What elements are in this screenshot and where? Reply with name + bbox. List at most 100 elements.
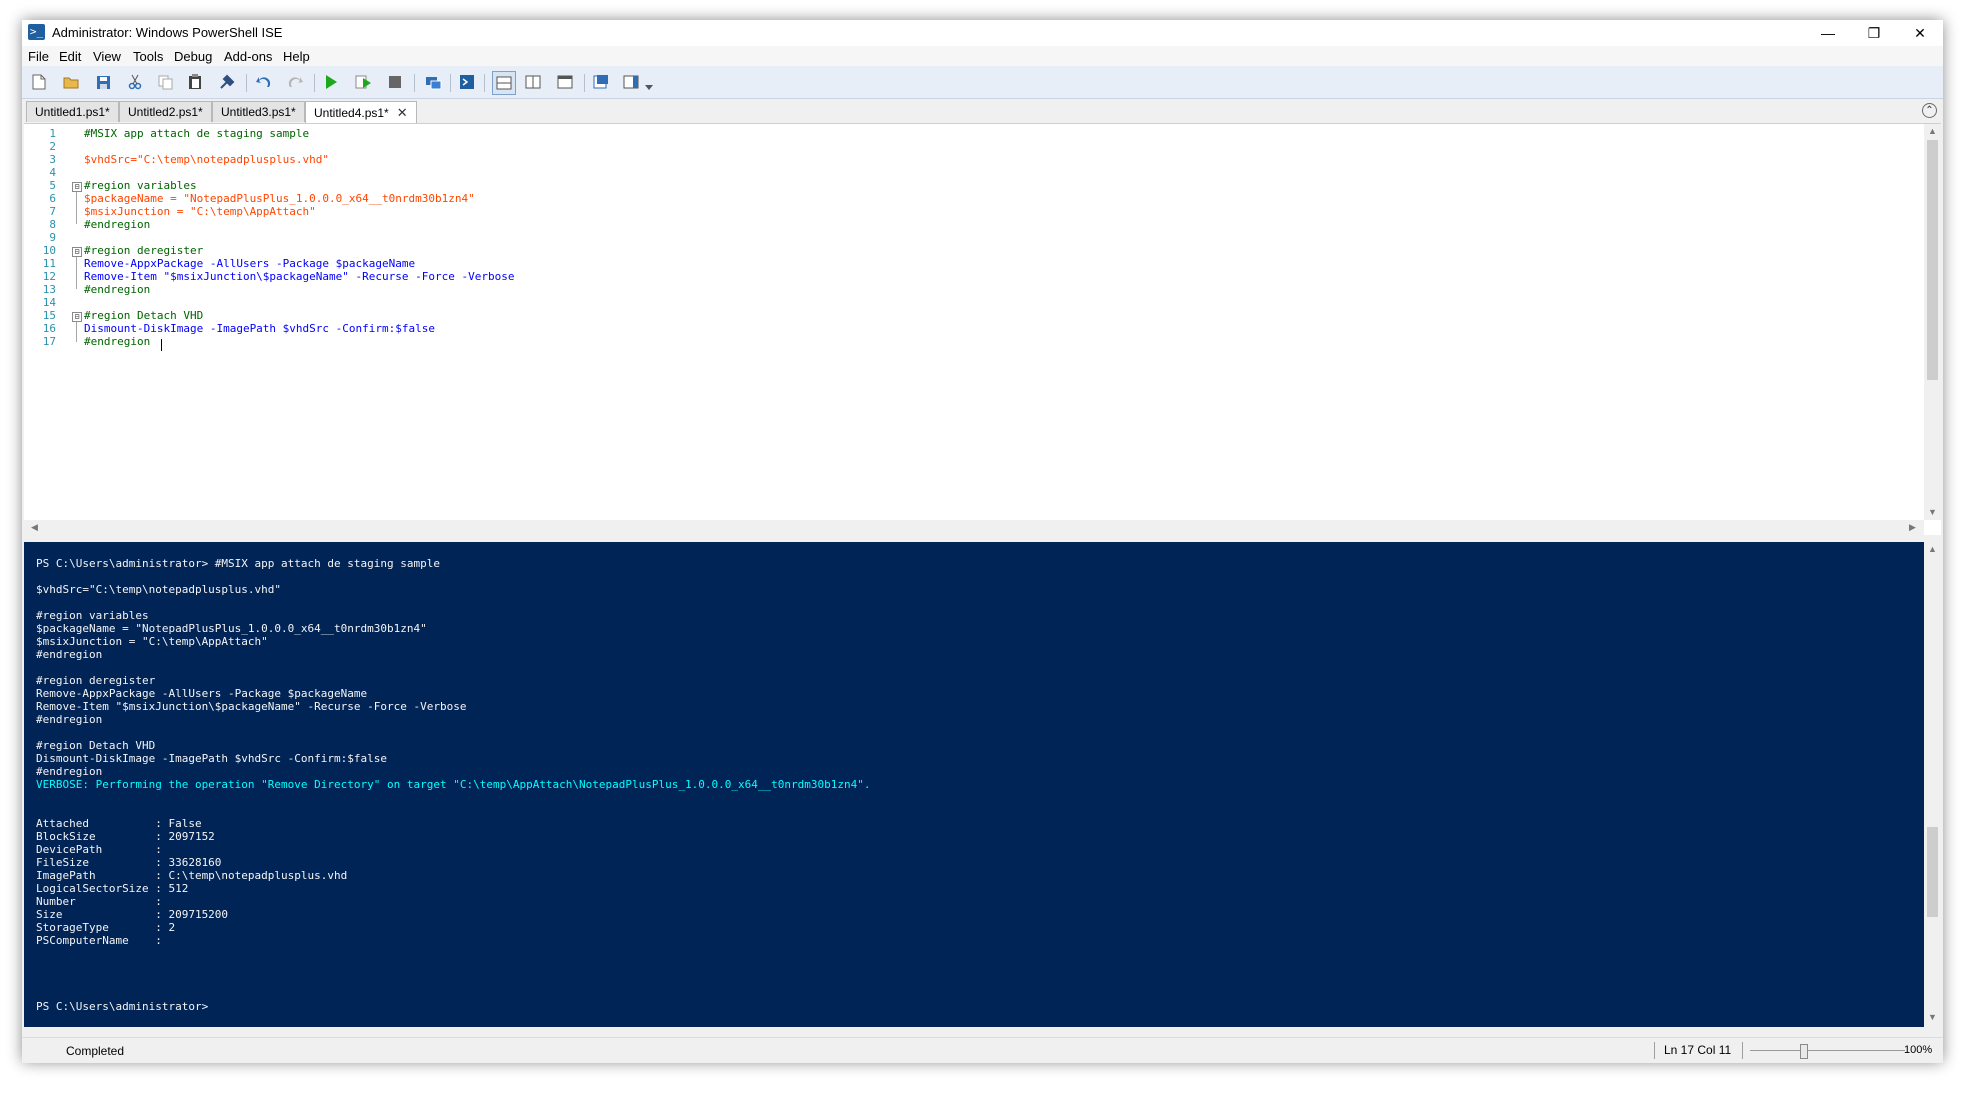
save-icon[interactable] [94,73,112,91]
powershell-app-icon: >_ [28,24,45,40]
line-number: 3 [49,153,56,166]
console-line: PSComputerName : [36,934,162,947]
console-verbose-line: VERBOSE: Performing the operation "Remov… [36,778,871,791]
fold-toggle-icon[interactable]: ⊟ [72,312,82,322]
toolbar-overflow-icon[interactable] [644,78,654,96]
line-number: 14 [42,296,56,309]
toolbar-separator [314,74,315,92]
code-line: #region variables [84,179,197,192]
code-line: #region Detach VHD [84,309,204,322]
code-line: #endregion [84,335,151,348]
scroll-up-icon[interactable]: ▲ [1924,126,1941,136]
pane-splitter[interactable] [24,535,1941,542]
console-line: ImagePath : C:\temp\notepadplusplus.vhd [36,869,348,882]
status-text: Completed [66,1044,125,1058]
console-line: DevicePath : [36,843,162,856]
clear-console-icon[interactable] [218,73,236,91]
line-number: 13 [42,283,56,296]
tab-untitled1[interactable]: Untitled1.ps1* [26,101,119,122]
script-tab-strip: Untitled1.ps1* Untitled2.ps1* Untitled3.… [22,99,1943,123]
tab-label: Untitled4.ps1* [314,106,389,120]
console-horizontal-scrollbar[interactable] [24,1027,1941,1037]
run-selection-icon[interactable] [354,73,372,91]
show-command-window-icon[interactable] [592,73,610,91]
line-number: 6 [49,192,56,205]
window-title: Administrator: Windows PowerShell ISE [52,25,283,40]
fold-guide [76,322,77,342]
close-tab-icon[interactable]: ✕ [397,105,408,120]
menu-edit[interactable]: Edit [59,49,81,64]
scroll-up-icon[interactable]: ▲ [1924,544,1941,554]
scroll-down-icon[interactable]: ▼ [1924,1012,1941,1022]
scroll-down-icon[interactable]: ▼ [1924,507,1941,517]
copy-icon[interactable] [156,73,174,91]
new-icon[interactable] [30,73,48,91]
show-script-pane-top-icon[interactable] [492,71,516,95]
console-line: $packageName = "NotepadPlusPlus_1.0.0.0_… [36,622,427,635]
scrollbar-thumb[interactable] [1927,827,1938,917]
undo-icon[interactable] [254,73,272,91]
line-number: 16 [42,322,56,335]
remote-powershell-icon[interactable] [424,73,442,91]
text-caret [161,336,162,354]
console-line: #region deregister [36,674,156,687]
console-line: Remove-AppxPackage -AllUsers -Package $p… [36,687,368,700]
fold-guide [76,192,77,224]
tab-untitled3[interactable]: Untitled3.ps1* [212,101,305,122]
console-line: Number : [36,895,162,908]
code-line: #endregion [84,218,151,231]
start-powershell-icon[interactable] [458,73,476,91]
status-bar: Completed Ln 17 Col 11 100% [22,1037,1943,1063]
toolbar-separator [246,74,247,92]
tab-untitled4[interactable]: Untitled4.ps1* ✕ [305,101,417,123]
tab-label: Untitled1.ps1* [35,105,110,119]
editor-horizontal-scrollbar[interactable]: ◀ ▶ [24,520,1924,536]
editor-vertical-scrollbar[interactable]: ▲ ▼ [1924,124,1941,520]
code-line: $packageName = "NotepadPlusPlus_1.0.0.0_… [84,192,475,205]
scroll-right-icon[interactable]: ▶ [1904,522,1921,533]
menu-view[interactable]: View [93,49,121,64]
line-number: 8 [49,218,56,231]
menu-tools[interactable]: Tools [133,49,163,64]
console-line: LogicalSectorSize : 512 [36,882,189,895]
show-script-pane-right-icon[interactable] [524,73,542,91]
ise-window: >_ Administrator: Windows PowerShell ISE… [22,20,1943,1063]
show-script-pane-maximized-icon[interactable] [556,73,574,91]
close-button[interactable]: ✕ [1897,20,1943,46]
code-line: Dismount-DiskImage -ImagePath $vhdSrc -C… [84,322,435,335]
collapse-script-pane-icon[interactable]: ⌃ [1922,103,1937,118]
code-line: #MSIX app attach de staging sample [84,127,310,140]
show-command-addon-icon[interactable] [622,73,640,91]
console-line: #endregion [36,713,103,726]
menu-addons[interactable]: Add-ons [224,49,272,64]
open-icon[interactable] [62,73,80,91]
tab-untitled2[interactable]: Untitled2.ps1* [119,101,212,122]
console-prompt[interactable]: PS C:\Users\administrator> [36,1000,208,1013]
zoom-slider[interactable] [1750,1050,1905,1051]
fold-toggle-icon[interactable]: ⊟ [72,182,82,192]
menu-help[interactable]: Help [283,49,310,64]
menu-file[interactable]: File [28,49,49,64]
minimize-button[interactable]: — [1805,20,1851,46]
fold-toggle-icon[interactable]: ⊟ [72,247,82,257]
menu-debug[interactable]: Debug [174,49,212,64]
scrollbar-thumb[interactable] [1927,140,1938,380]
console-pane[interactable]: PS C:\Users\administrator> #MSIX app att… [24,542,1941,1027]
tab-label: Untitled2.ps1* [128,105,203,119]
script-editor[interactable]: 1 2 3 4 5 6 7 8 9 10 11 12 13 14 15 16 1… [24,123,1941,536]
paste-icon[interactable] [186,73,204,91]
console-line: Remove-Item "$msixJunction\$packageName"… [36,700,467,713]
console-vertical-scrollbar[interactable]: ▲ ▼ [1924,542,1941,1027]
run-icon[interactable] [322,73,340,91]
console-line: StorageType : 2 [36,921,176,934]
redo-icon[interactable] [286,73,304,91]
cut-icon[interactable] [126,73,144,91]
line-number: 7 [49,205,56,218]
toolbar [22,66,1943,99]
maximize-button[interactable]: ❐ [1851,20,1897,46]
stop-icon[interactable] [386,73,404,91]
console-line: #endregion [36,648,103,661]
scroll-left-icon[interactable]: ◀ [26,522,43,533]
toolbar-separator [450,74,451,92]
zoom-slider-thumb[interactable] [1800,1044,1808,1059]
